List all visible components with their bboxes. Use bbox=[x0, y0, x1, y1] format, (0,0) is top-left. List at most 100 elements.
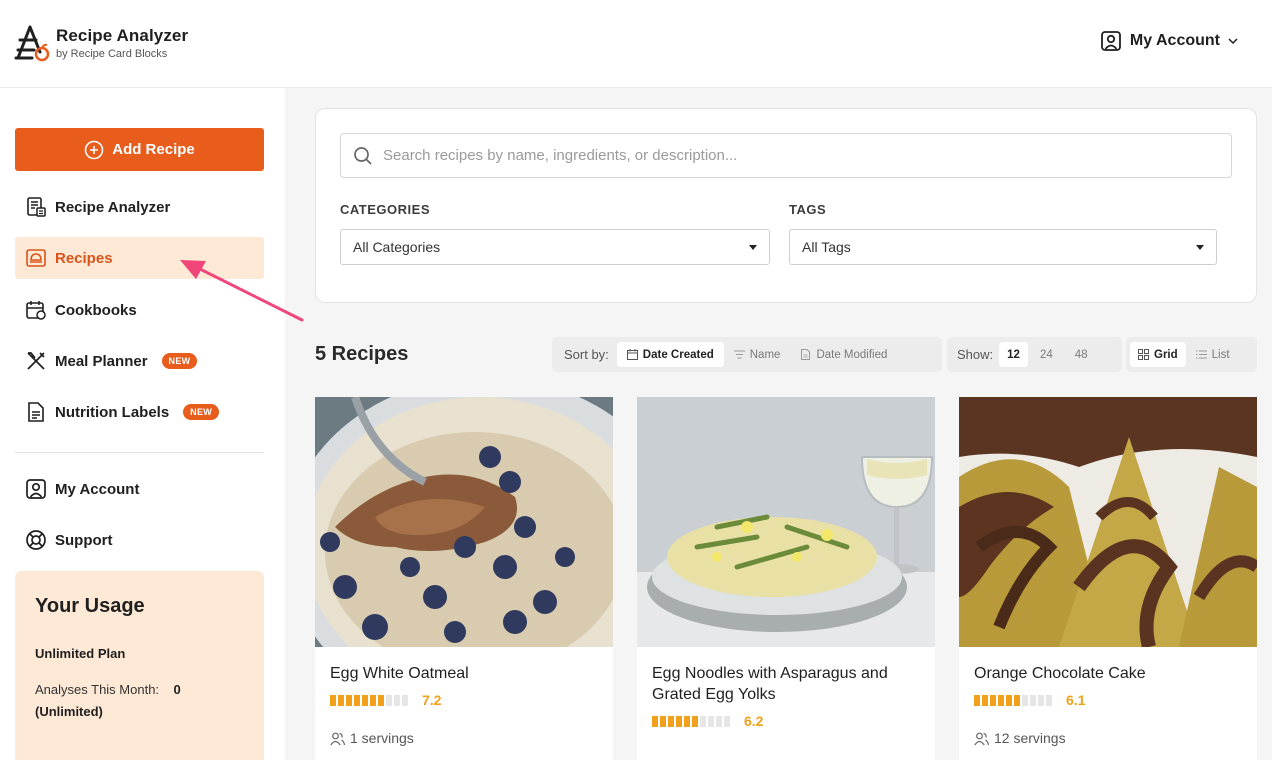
usage-plan: Unlimited Plan bbox=[35, 646, 126, 661]
score-segment bbox=[394, 694, 400, 706]
score-segment bbox=[402, 694, 408, 706]
score-segment bbox=[1038, 694, 1044, 706]
servings-text: 12 servings bbox=[994, 730, 1066, 746]
sidebar-item-cookbooks[interactable]: Cookbooks bbox=[15, 289, 264, 331]
sort-option-label: Date Created bbox=[642, 348, 714, 361]
file-icon bbox=[801, 349, 811, 360]
add-recipe-label: Add Recipe bbox=[112, 141, 195, 158]
tags-label: TAGS bbox=[789, 202, 827, 217]
sidebar-item-label: Nutrition Labels bbox=[55, 403, 170, 421]
recipe-title[interactable]: Orange Chocolate Cake bbox=[959, 647, 1257, 684]
search-box[interactable] bbox=[340, 133, 1232, 178]
usage-analyses-label: Analyses This Month: bbox=[35, 682, 160, 697]
recipe-title[interactable]: Egg Noodles with Asparagus and Grated Eg… bbox=[637, 647, 935, 705]
sidebar-item-recipes[interactable]: Recipes bbox=[15, 237, 264, 279]
usage-panel: Your Usage Unlimited Plan Analyses This … bbox=[15, 571, 264, 760]
sidebar-item-support[interactable]: Support bbox=[15, 519, 264, 561]
usage-analyses-note: (Unlimited) bbox=[35, 704, 103, 719]
users-icon bbox=[330, 732, 345, 745]
recipe-title[interactable]: Egg White Oatmeal bbox=[315, 647, 613, 684]
score-meter: 6.1 bbox=[959, 692, 1257, 708]
oatmeal-photo bbox=[315, 397, 613, 647]
servings: 12 servings bbox=[959, 730, 1257, 746]
recipe-image-oatmeal[interactable] bbox=[315, 397, 613, 647]
sidebar-item-label: Support bbox=[55, 531, 113, 549]
score-value: 6.1 bbox=[1066, 692, 1086, 708]
score-segment bbox=[386, 694, 392, 706]
sidebar-item-recipe-analyzer[interactable]: Recipe Analyzer bbox=[15, 186, 264, 228]
recipe-image-orange-chocolate-cake[interactable] bbox=[959, 397, 1257, 647]
tags-value: All Tags bbox=[802, 239, 851, 255]
top-header: Recipe Analyzer by Recipe Card Blocks My… bbox=[0, 0, 1272, 88]
servings: 1 servings bbox=[315, 730, 613, 746]
score-segment bbox=[982, 694, 988, 706]
sort-name[interactable]: Name bbox=[724, 342, 791, 367]
score-segment bbox=[338, 694, 344, 706]
egg-noodles-photo bbox=[637, 397, 935, 647]
view-list-button[interactable]: List bbox=[1186, 342, 1240, 367]
sidebar-item-my-account[interactable]: My Account bbox=[15, 468, 264, 510]
app-subtitle: by Recipe Card Blocks bbox=[56, 48, 168, 60]
show-48[interactable]: 48 bbox=[1065, 342, 1098, 367]
account-label: My Account bbox=[1129, 32, 1220, 49]
utensils-icon bbox=[27, 352, 45, 370]
score-segment bbox=[1046, 694, 1052, 706]
score-segment bbox=[652, 715, 658, 727]
score-segment bbox=[724, 715, 730, 727]
recipe-card[interactable]: Egg White Oatmeal 7.2 1 servings bbox=[315, 397, 613, 760]
sidebar-divider bbox=[15, 452, 264, 453]
score-segment bbox=[692, 715, 698, 727]
sort-bar: Sort by: Date Created Name Date Modified bbox=[552, 337, 942, 372]
document-icon bbox=[28, 402, 44, 422]
app-logo[interactable]: Recipe Analyzer by Recipe Card Blocks bbox=[14, 24, 188, 62]
cookbook-icon bbox=[26, 301, 46, 320]
show-12[interactable]: 12 bbox=[999, 342, 1028, 367]
caret-down-icon bbox=[749, 244, 757, 250]
new-badge: NEW bbox=[183, 404, 220, 420]
usage-title: Your Usage bbox=[35, 595, 145, 617]
score-segment bbox=[668, 715, 674, 727]
caret-down-icon bbox=[1196, 244, 1204, 250]
sort-date-modified[interactable]: Date Modified bbox=[790, 342, 897, 367]
score-segment bbox=[676, 715, 682, 727]
view-option-label: Grid bbox=[1154, 348, 1178, 361]
view-grid-button[interactable]: Grid bbox=[1130, 342, 1186, 367]
score-segment bbox=[362, 694, 368, 706]
sidebar-item-nutrition-labels[interactable]: Nutrition Labels NEW bbox=[15, 391, 264, 433]
view-toggle: Grid List bbox=[1126, 337, 1257, 372]
add-recipe-button[interactable]: Add Recipe bbox=[15, 128, 264, 171]
usage-analyses: Analyses This Month: 0 (Unlimited) bbox=[35, 679, 244, 723]
tags-select[interactable]: All Tags bbox=[789, 229, 1217, 265]
categories-select[interactable]: All Categories bbox=[340, 229, 770, 265]
sidebar-item-meal-planner[interactable]: Meal Planner NEW bbox=[15, 340, 264, 382]
sidebar: Add Recipe Recipe Analyzer Recipes Cookb… bbox=[0, 88, 285, 760]
recipe-image-egg-noodles[interactable] bbox=[637, 397, 935, 647]
sidebar-item-label: Recipes bbox=[55, 249, 113, 267]
score-segment bbox=[974, 694, 980, 706]
servings-text: 1 servings bbox=[350, 730, 414, 746]
calendar-icon bbox=[626, 349, 638, 360]
score-segment bbox=[1014, 694, 1020, 706]
categories-label: CATEGORIES bbox=[340, 202, 430, 217]
search-input[interactable] bbox=[383, 147, 1183, 164]
recipe-analyzer-logo-icon bbox=[14, 25, 50, 62]
sidebar-item-label: Recipe Analyzer bbox=[55, 198, 171, 216]
score-value: 7.2 bbox=[422, 692, 442, 708]
score-segment bbox=[700, 715, 706, 727]
score-segment bbox=[378, 694, 384, 706]
recipe-card[interactable]: Egg Noodles with Asparagus and Grated Eg… bbox=[637, 397, 935, 760]
show-24[interactable]: 24 bbox=[1028, 342, 1065, 367]
score-segment bbox=[1022, 694, 1028, 706]
list-icon bbox=[1195, 350, 1207, 359]
score-segment bbox=[370, 694, 376, 706]
score-segment bbox=[1006, 694, 1012, 706]
account-menu-button[interactable]: My Account bbox=[1100, 30, 1238, 52]
sort-label: Sort by: bbox=[564, 347, 609, 362]
sidebar-item-label: My Account bbox=[55, 480, 140, 498]
usage-analyses-value: 0 bbox=[173, 682, 181, 697]
plus-circle-icon bbox=[84, 140, 104, 159]
sort-date-created[interactable]: Date Created bbox=[616, 342, 724, 367]
show-bar: Show: 12 24 48 bbox=[947, 337, 1122, 372]
score-segment bbox=[708, 715, 714, 727]
recipe-card[interactable]: Orange Chocolate Cake 6.1 12 servings bbox=[959, 397, 1257, 760]
